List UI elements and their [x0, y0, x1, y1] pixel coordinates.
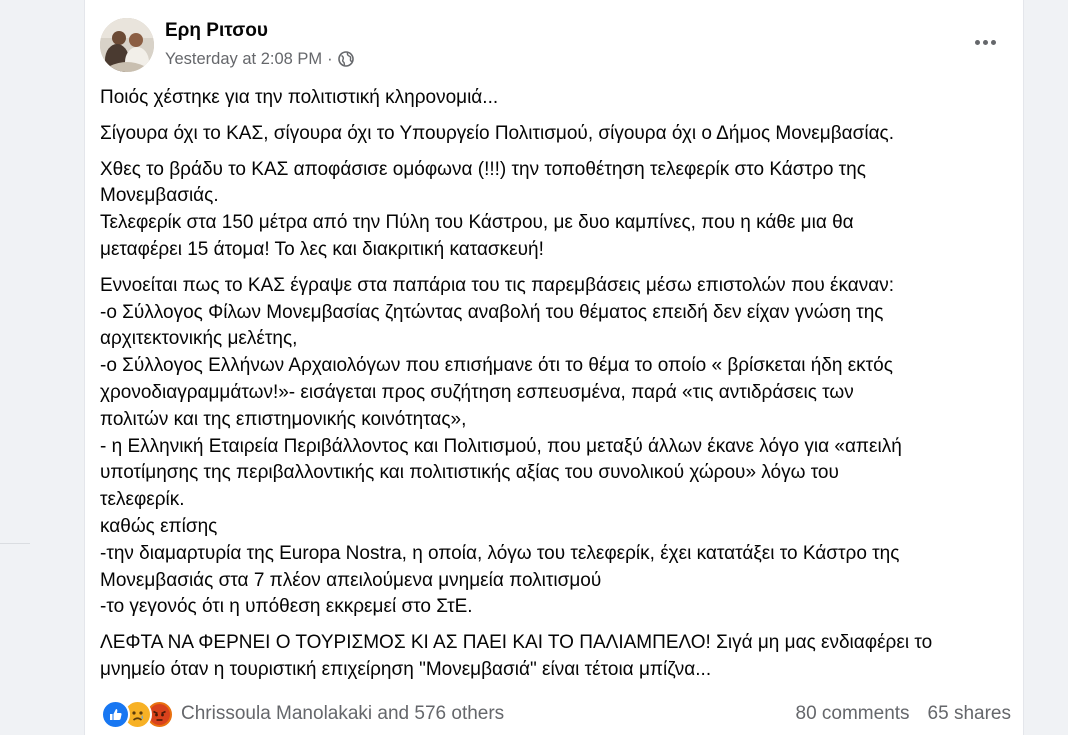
post-line: -την διαμαρτυρία της Europa Nostra, η οπ… [100, 542, 900, 564]
post-line: Τελεφερίκ στα 150 μέτρα από την Πύλη του… [100, 212, 854, 234]
post-line: καθώς επίσης [100, 515, 218, 537]
post-paragraph: Σίγουρα όχι το ΚΑΣ, σίγουρα όχι το Υπουρ… [100, 121, 1005, 148]
shares-count-link[interactable]: 65 shares [928, 703, 1011, 725]
post-author-name[interactable]: Ερη Ριτσου [165, 20, 268, 42]
more-options-icon [974, 39, 980, 45]
post-line: Εννοείται πως το ΚΑΣ έγραψε στα παπάρια … [100, 274, 895, 296]
post-paragraph: Χθες το βράδυ το ΚΑΣ αποφάσισε ομόφωνα (… [100, 157, 1005, 264]
post-paragraph: Ποιός χέστηκε για την πολιτιστική κληρον… [100, 85, 1005, 112]
post-line: Ποιός χέστηκε για την πολιτιστική κληρον… [100, 87, 499, 108]
post-line: τελεφερίκ. [100, 489, 185, 511]
post-line: ΛΕΦΤΑ ΝΑ ΦΕΡΝΕΙ Ο ΤΟΥΡΙΣΜΟΣ ΚΙ ΑΣ ΠΑΕΙ Κ… [100, 632, 933, 654]
globe-icon[interactable] [337, 51, 354, 67]
post-paragraph: Εννοείται πως το ΚΑΣ έγραψε στα παπάρια … [100, 273, 1005, 621]
post-line: υποτίμησης της περιβαλλοντικής και πολιτ… [100, 462, 839, 484]
reactors-link[interactable]: Chrissoula Manolakaki and 576 others [181, 703, 504, 725]
post-line: Μονεμβασιάς. [100, 185, 219, 207]
post-line: αρχιτεκτονικής μελέτης, [100, 328, 298, 350]
reactions-bar: Chrissoula Manolakaki and 576 others 80 … [101, 699, 1011, 729]
post-line: Σίγουρα όχι το ΚΑΣ, σίγουρα όχι το Υπουρ… [100, 122, 894, 144]
more-options-button[interactable] [967, 28, 1003, 56]
post-line: χρονοδιαγραμμάτων!»- εισάγεται προς συζή… [100, 381, 854, 403]
post-card: Ερη Ριτσου Yesterday at 2:08 PM · Ποιός … [84, 0, 1024, 735]
more-options-icon [982, 39, 988, 45]
post-line: -ο Σύλλογος Φίλων Μονεμβασίας ζητώντας α… [100, 301, 884, 323]
post-line: Χθες το βράδυ το ΚΑΣ αποφάσισε ομόφωνα (… [100, 158, 866, 180]
more-options-icon [990, 39, 996, 45]
post-line: Μονεμβασιάς στα 7 πλέον απειλούμενα μνημ… [100, 569, 602, 591]
meta-separator: · [327, 49, 333, 68]
avatar[interactable] [100, 18, 154, 72]
post-line: -το γεγονός ότι η υπόθεση εκκρεμεί στο Σ… [100, 596, 473, 618]
post-text: Ποιός χέστηκε για την πολιτιστική κληρον… [100, 85, 1005, 693]
like-icon [101, 699, 130, 729]
post-meta: Yesterday at 2:08 PM · [165, 49, 354, 69]
post-paragraph: ΛΕΦΤΑ ΝΑ ΦΕΡΝΕΙ Ο ΤΟΥΡΙΣΜΟΣ ΚΙ ΑΣ ΠΑΕΙ Κ… [100, 630, 1005, 684]
comments-count-link[interactable]: 80 comments [796, 703, 910, 725]
post-timestamp[interactable]: Yesterday at 2:08 PM [165, 50, 322, 69]
post-line: μνημείο όταν η τουριστική επιχείρηση "Μο… [100, 658, 712, 680]
post-line: -ο Σύλλογος Ελλήνων Αρχαιολόγων που επισ… [100, 355, 893, 377]
post-line: πολιτών και της επιστημονικής κοινότητας… [100, 408, 467, 430]
post-line: - η Ελληνική Εταιρεία Περιβάλλοντος και … [100, 435, 902, 457]
reaction-icons[interactable] [101, 699, 174, 729]
left-column-divider [0, 543, 30, 544]
post-line: μεταφέρει 15 άτομα! Το λες και διακριτικ… [100, 238, 544, 260]
